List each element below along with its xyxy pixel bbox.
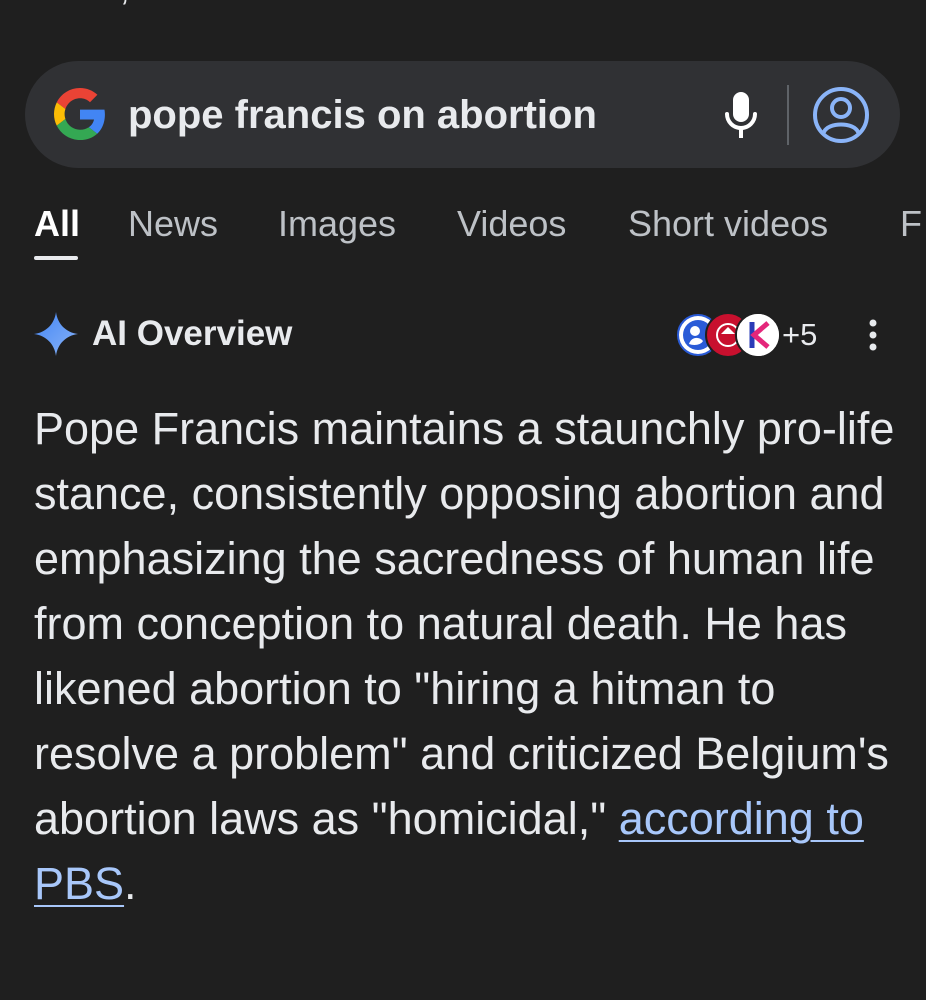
top-cutoff-content: ,: [0, 0, 926, 10]
ai-overview-title: AI Overview: [92, 314, 293, 353]
ai-overview-body: Pope Francis maintains a staunchly pro-l…: [34, 403, 895, 844]
mic-icon[interactable]: [722, 90, 760, 142]
tab-next-partial[interactable]: F: [900, 196, 922, 252]
search-tabs: All News Images Videos Short videos F: [0, 196, 926, 266]
active-tab-indicator: [34, 256, 78, 260]
source-avatars[interactable]: [675, 312, 785, 358]
search-bar-divider: [787, 85, 789, 145]
account-icon[interactable]: [812, 86, 870, 144]
source-avatar-3: [735, 312, 781, 358]
tab-short-videos[interactable]: Short videos: [628, 196, 828, 252]
cutoff-glyph: ,: [120, 0, 129, 9]
k-logo-icon: [737, 314, 779, 356]
more-vert-icon[interactable]: [866, 318, 880, 352]
tab-news[interactable]: News: [128, 196, 218, 252]
sparkle-icon: [34, 312, 78, 356]
tab-images[interactable]: Images: [278, 196, 396, 252]
tab-all[interactable]: All: [34, 196, 80, 252]
sources-more-count[interactable]: +5: [782, 314, 817, 356]
ai-overview-body-end: .: [124, 858, 137, 909]
search-input[interactable]: pope francis on abortion: [128, 88, 597, 142]
search-results-page: , pope francis on abortion All News Imag…: [0, 0, 926, 1000]
google-g-icon: [54, 88, 105, 140]
ai-overview-text: Pope Francis maintains a staunchly pro-l…: [34, 396, 904, 916]
tab-videos[interactable]: Videos: [457, 196, 566, 252]
